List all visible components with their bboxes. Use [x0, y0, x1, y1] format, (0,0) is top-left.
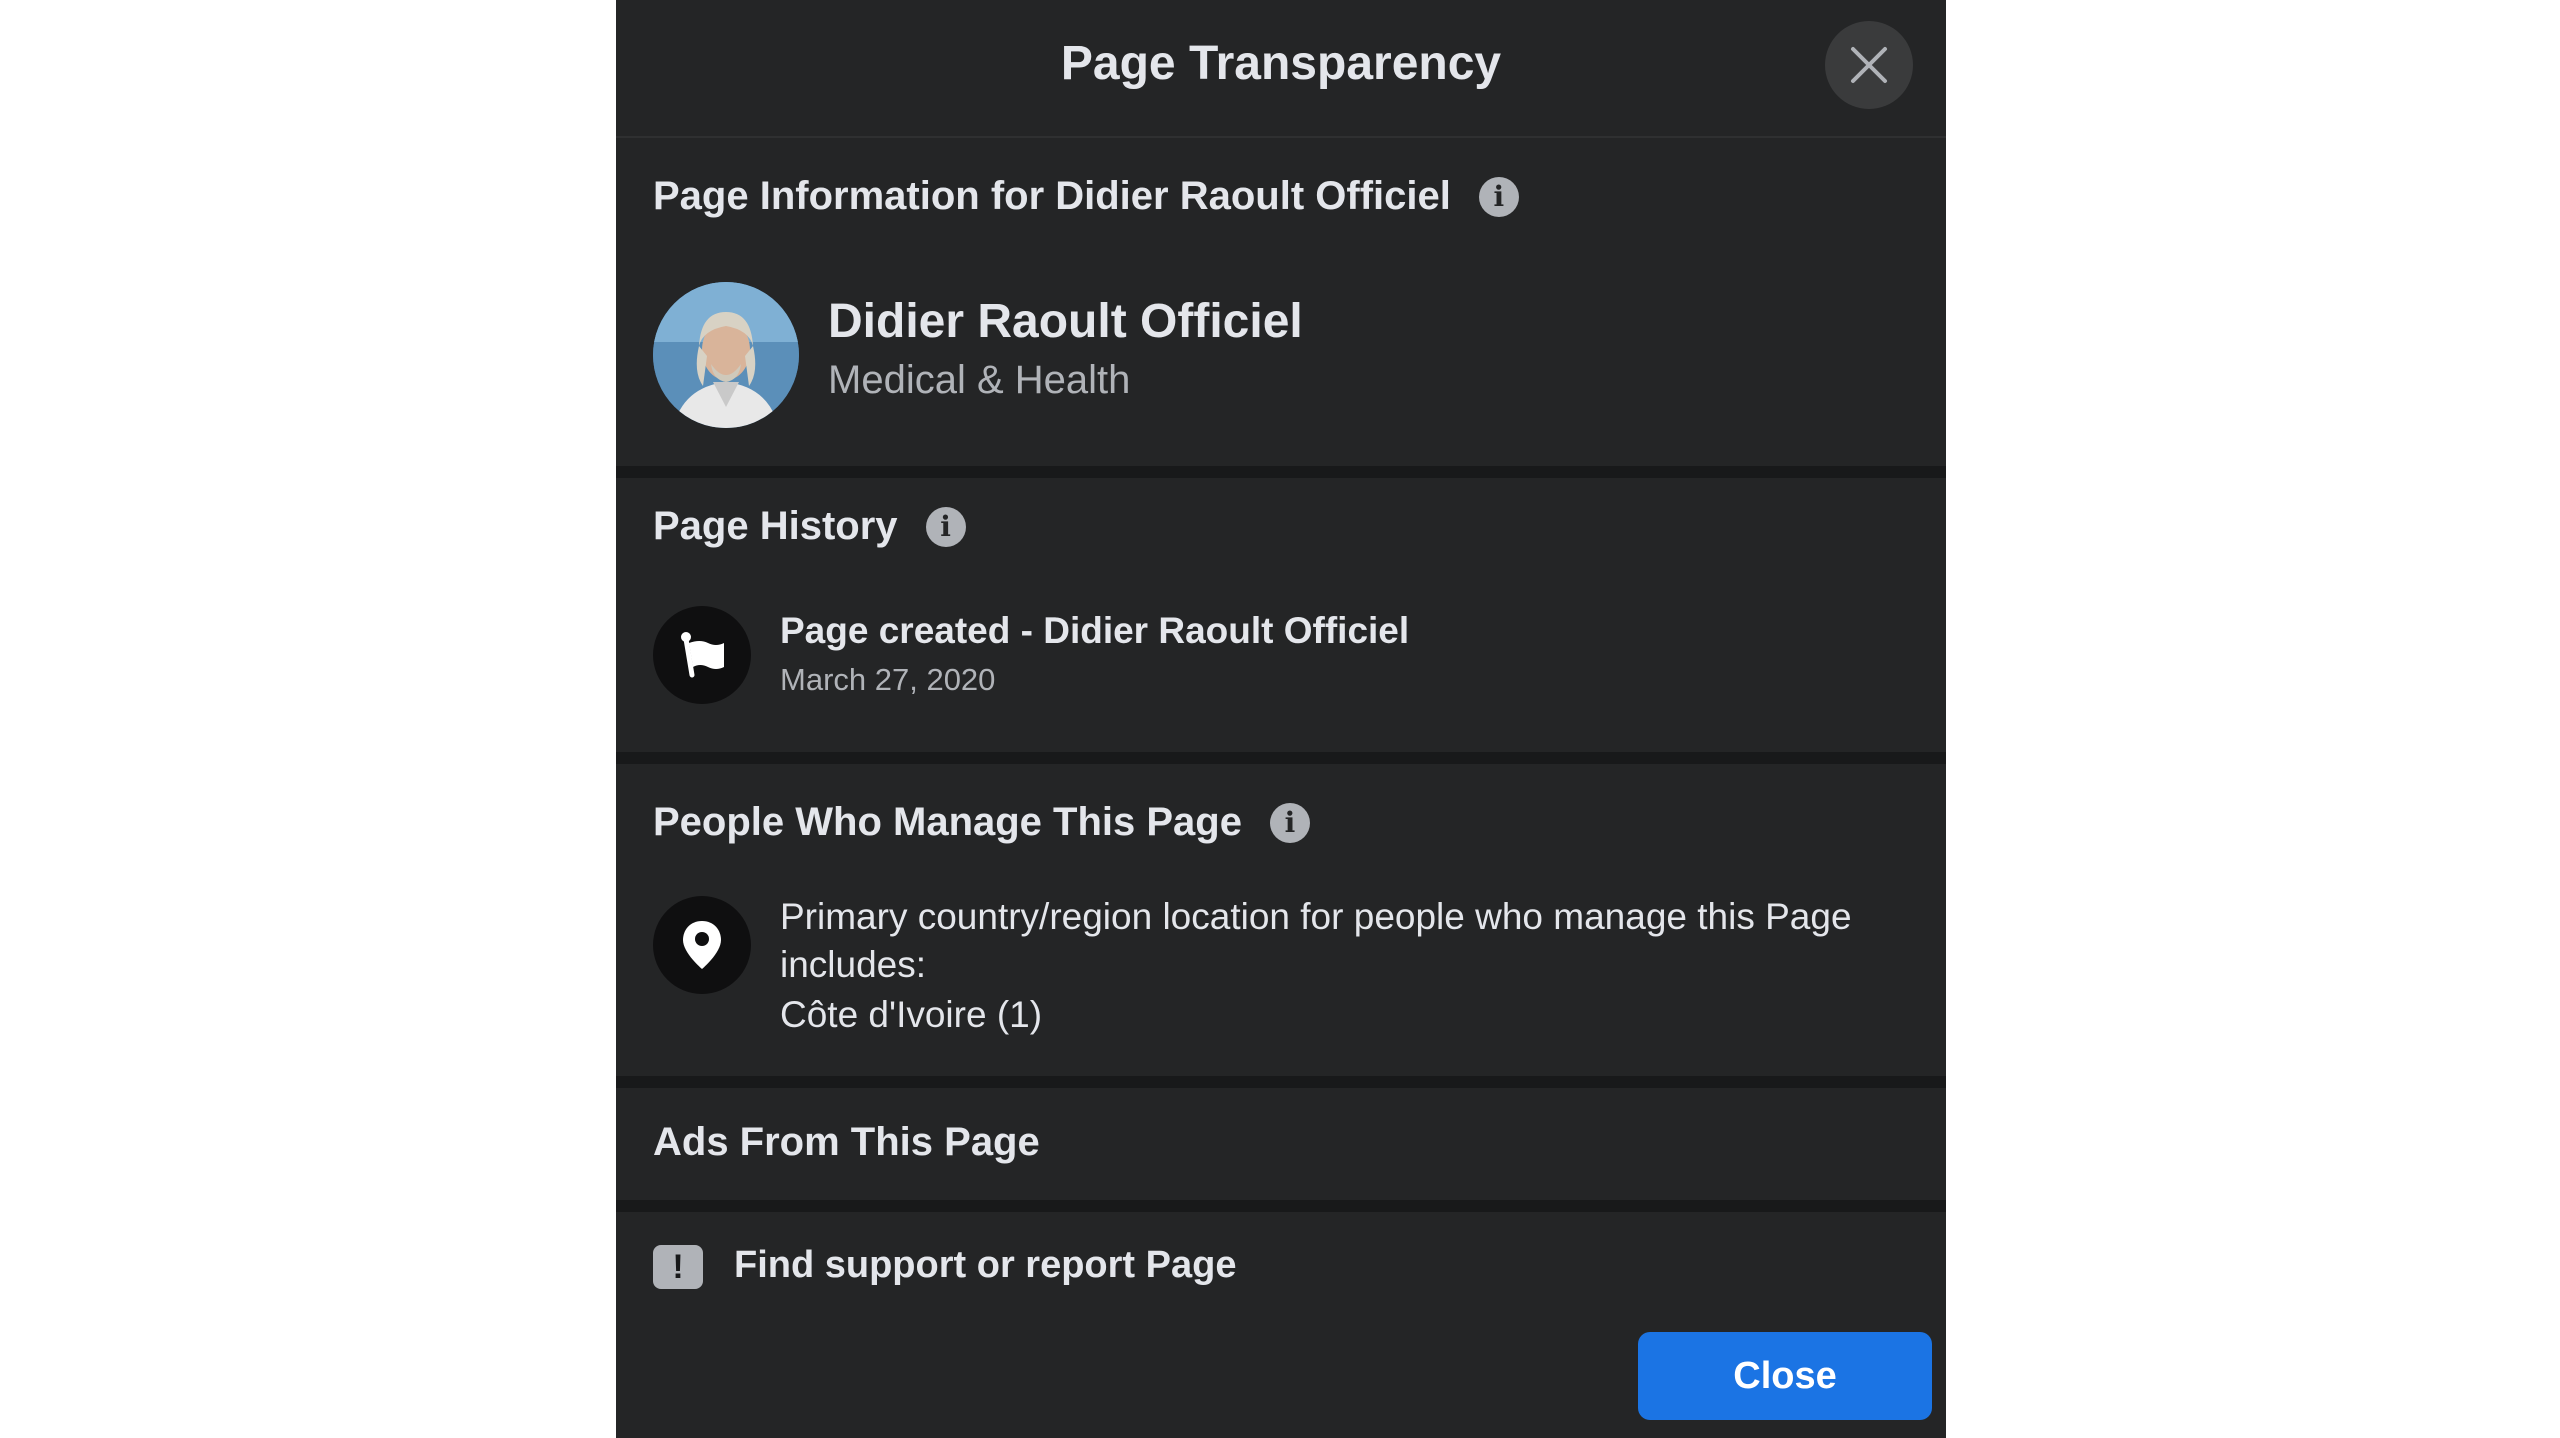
location-pin-icon-container [653, 896, 751, 994]
page-name[interactable]: Didier Raoult Officiel [828, 294, 1303, 349]
page-information-title: Page Information for Didier Raoult Offic… [653, 174, 1451, 218]
history-event: Page created - Didier Raoult Officiel [780, 610, 1410, 651]
dialog-footer: ! Find support or report Page Close [616, 1212, 1946, 1438]
close-button[interactable]: Close [1638, 1332, 1932, 1420]
page-information-heading: Page Information for Didier Raoult Offic… [653, 174, 1519, 219]
info-icon[interactable]: i [925, 506, 966, 547]
dialog-title: Page Transparency [1060, 37, 1502, 90]
location-description-line2: includes: [780, 944, 927, 985]
close-icon-button[interactable] [1825, 21, 1913, 109]
flag-icon [681, 632, 724, 678]
page-information-section: Page Information for Didier Raoult Offic… [616, 138, 1946, 466]
close-icon [1851, 47, 1887, 83]
profile-photo [653, 282, 799, 428]
location-value: Côte d'Ivoire (1) [780, 994, 1043, 1035]
page-category: Medical & Health [828, 358, 1131, 402]
people-manage-section: People Who Manage This Page i Primary co… [616, 764, 1946, 1076]
history-date: March 27, 2020 [780, 662, 996, 697]
info-icon[interactable]: i [1269, 802, 1310, 843]
page-history-title: Page History [653, 504, 898, 548]
find-support-report-link[interactable]: Find support or report Page [734, 1244, 1236, 1287]
people-manage-heading: People Who Manage This Page i [653, 800, 1310, 845]
page-history-section: Page History i Page created - Didier Rao… [616, 478, 1946, 752]
page-history-heading: Page History i [653, 504, 966, 549]
people-manage-title: People Who Manage This Page [653, 800, 1242, 844]
dialog-header: Page Transparency [616, 0, 1946, 138]
location-pin-icon [683, 921, 721, 969]
avatar[interactable] [653, 282, 799, 428]
info-icon[interactable]: i [1478, 176, 1519, 217]
ads-section[interactable]: Ads From This Page [616, 1088, 1946, 1200]
page-transparency-dialog: Page Transparency Page Information for D… [616, 0, 1946, 1438]
report-icon: ! [653, 1245, 703, 1289]
ads-title[interactable]: Ads From This Page [653, 1120, 1040, 1165]
flag-icon-container [653, 606, 751, 704]
location-description-line1: Primary country/region location for peop… [780, 896, 1852, 937]
